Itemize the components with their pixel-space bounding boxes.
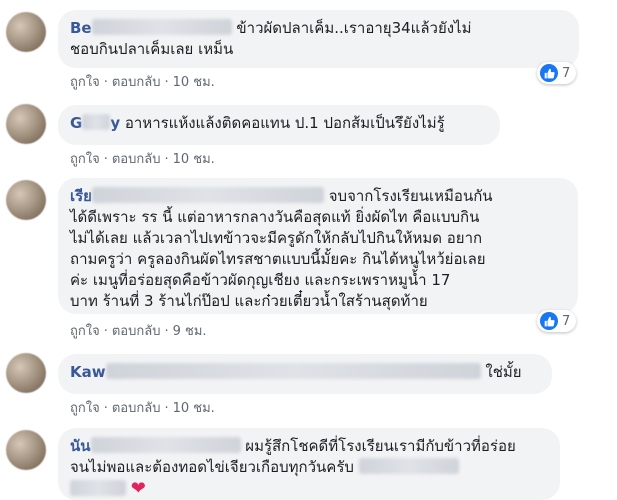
comment-text-line: ผมรู้สึกโชคดีที่โรงเรียนเรามีกับข้าวที่อ… bbox=[245, 437, 516, 455]
author-name[interactable]: G bbox=[70, 114, 82, 132]
avatar[interactable] bbox=[6, 430, 46, 470]
redacted-name bbox=[82, 114, 111, 130]
like-icon bbox=[540, 312, 558, 330]
comment-text-line: จนไม่พอและต้องทอดไข่เจียวเกือบทุกวันครับ bbox=[70, 458, 354, 476]
author-name[interactable]: เรีย bbox=[70, 187, 92, 205]
like-link[interactable]: ถูกใจ bbox=[70, 324, 100, 339]
timestamp[interactable]: 10 ชม. bbox=[173, 152, 215, 167]
reply-link[interactable]: ตอบกลับ bbox=[112, 152, 161, 167]
comment-bubble: นัน ผมรู้สึกโชคดีที่โรงเรียนเรามีกับข้าว… bbox=[58, 428, 560, 500]
redacted-name bbox=[90, 437, 241, 453]
author-name[interactable]: นัน bbox=[70, 437, 91, 455]
heart-icon: ❤ bbox=[130, 478, 146, 499]
avatar[interactable] bbox=[6, 104, 46, 144]
comment-text-line: ไม่ได้เลย แล้วเวลาไปเทข้าวจะมีครูดักให้ก… bbox=[70, 229, 483, 247]
comment-text-line: ใช่มั้ย bbox=[485, 363, 522, 381]
comment-text-line: ถามครูว่า ครูลองกินผัดไทรสชาตแบบนี้มั้ยค… bbox=[70, 250, 486, 268]
comment-text-line: ได้ดีเพราะ รร นี้ แต่อาหารกลางวันคือสุดแ… bbox=[70, 208, 480, 226]
comment-actions: ถูกใจ · ตอบกลับ · 9 ชม. bbox=[70, 324, 207, 339]
redacted-name bbox=[91, 19, 232, 35]
comment-text-line: จบจากโรงเรียนเหมือนกัน bbox=[328, 187, 493, 205]
author-name[interactable]: Be bbox=[70, 19, 92, 37]
comment-bubble: Gy อาหารแห้งแล้งติดคอแทน ป.1 ปอกส้มเป็นร… bbox=[58, 105, 500, 145]
like-icon bbox=[540, 64, 558, 82]
comment-text-line: บาท ร้านที่ 3 ร้านไก่ป๊อป และก๋วยเตี๋ยวน… bbox=[70, 292, 428, 310]
like-link[interactable]: ถูกใจ bbox=[70, 401, 100, 416]
reply-link[interactable]: ตอบกลับ bbox=[112, 401, 161, 416]
comment-actions: ถูกใจ · ตอบกลับ · 10 ชม. bbox=[70, 75, 215, 90]
redacted-name bbox=[105, 363, 481, 379]
comment-text-line: ข้าวผัดปลาเค็ม..เราอายุ34แล้วยังไม่ bbox=[236, 19, 472, 37]
reaction-count[interactable]: 7 bbox=[537, 310, 577, 332]
timestamp[interactable]: 9 ชม. bbox=[173, 324, 207, 339]
avatar[interactable] bbox=[6, 12, 46, 52]
timestamp[interactable]: 10 ชม. bbox=[173, 75, 215, 90]
reply-link[interactable]: ตอบกลับ bbox=[112, 324, 161, 339]
comment-bubble: Be ข้าวผัดปลาเค็ม..เราอายุ34แล้วยังไม่ ช… bbox=[58, 10, 579, 68]
like-link[interactable]: ถูกใจ bbox=[70, 152, 100, 167]
like-link[interactable]: ถูกใจ bbox=[70, 75, 100, 90]
redacted-name bbox=[91, 187, 324, 203]
comment-text-line: ค่ะ เมนูที่อร่อยสุดคือข้าวผัดกุญเชียง แล… bbox=[70, 271, 451, 289]
comment-text-line: อาหารแห้งแล้งติดคอแทน ป.1 ปอกส้มเป็นรึยั… bbox=[124, 114, 445, 132]
author-name[interactable]: Kaw bbox=[70, 363, 106, 381]
redacted-tag bbox=[358, 458, 459, 474]
redacted-tag bbox=[70, 480, 126, 496]
comment-bubble: เรีย จบจากโรงเรียนเหมือนกัน ได้ดีเพราะ ร… bbox=[58, 178, 578, 314]
comment-actions: ถูกใจ · ตอบกลับ · 10 ชม. bbox=[70, 152, 215, 167]
comment-actions: ถูกใจ · ตอบกลับ · 10 ชม. bbox=[70, 401, 215, 416]
reaction-count[interactable]: 7 bbox=[537, 62, 577, 84]
avatar[interactable] bbox=[6, 353, 46, 393]
reply-link[interactable]: ตอบกลับ bbox=[112, 75, 161, 90]
comment-text-line: ชอบกินปลาเค็มเลย เหม็น bbox=[70, 40, 234, 58]
avatar[interactable] bbox=[6, 180, 46, 220]
timestamp[interactable]: 10 ชม. bbox=[173, 401, 215, 416]
comment-bubble: Kaw ใช่มั้ย bbox=[58, 354, 552, 394]
